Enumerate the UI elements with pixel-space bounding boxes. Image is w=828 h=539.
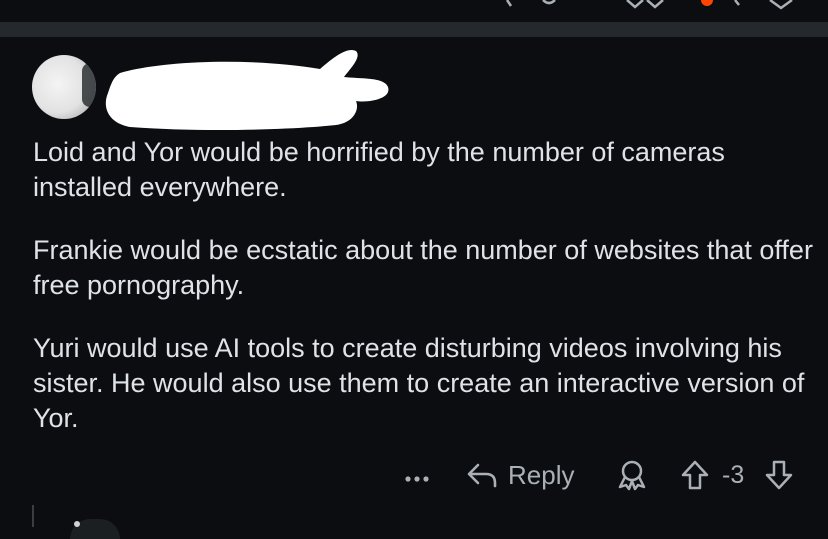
reply-label: Reply [508, 459, 575, 490]
comment-paragraph: Frankie would be ecstatic about the numb… [33, 235, 813, 300]
downvote-arrow-icon[interactable] [764, 459, 794, 491]
comment-paragraph: Loid and Yor would be horrified by the n… [33, 137, 725, 202]
previous-actions-fragment-icon [505, 0, 740, 9]
comment-actions: Reply -3 [0, 457, 828, 493]
comment-paragraph: Yuri would use AI tools to create distur… [33, 333, 805, 433]
avatar-shade [82, 63, 96, 107]
avatar-highlight [74, 521, 80, 527]
redacted-username [105, 49, 389, 131]
comment-card: Loid and Yor would be horrified by the n… [0, 37, 828, 539]
more-dots-icon[interactable] [404, 470, 432, 483]
award-icon[interactable] [616, 459, 648, 491]
child-comment-avatar [70, 519, 120, 539]
thread-line[interactable] [32, 505, 34, 527]
avatar[interactable] [32, 55, 96, 119]
upvote-arrow-icon[interactable] [680, 459, 710, 491]
comment-body: Loid and Yor would be horrified by the n… [33, 135, 813, 464]
downvote-arrow-icon[interactable] [768, 0, 794, 10]
previous-comment-toolbar [0, 0, 828, 22]
comment-separator [0, 22, 828, 37]
reply-arrow-icon [467, 463, 497, 488]
vote-score: -3 [722, 461, 745, 489]
reply-button[interactable]: Reply [466, 457, 574, 493]
